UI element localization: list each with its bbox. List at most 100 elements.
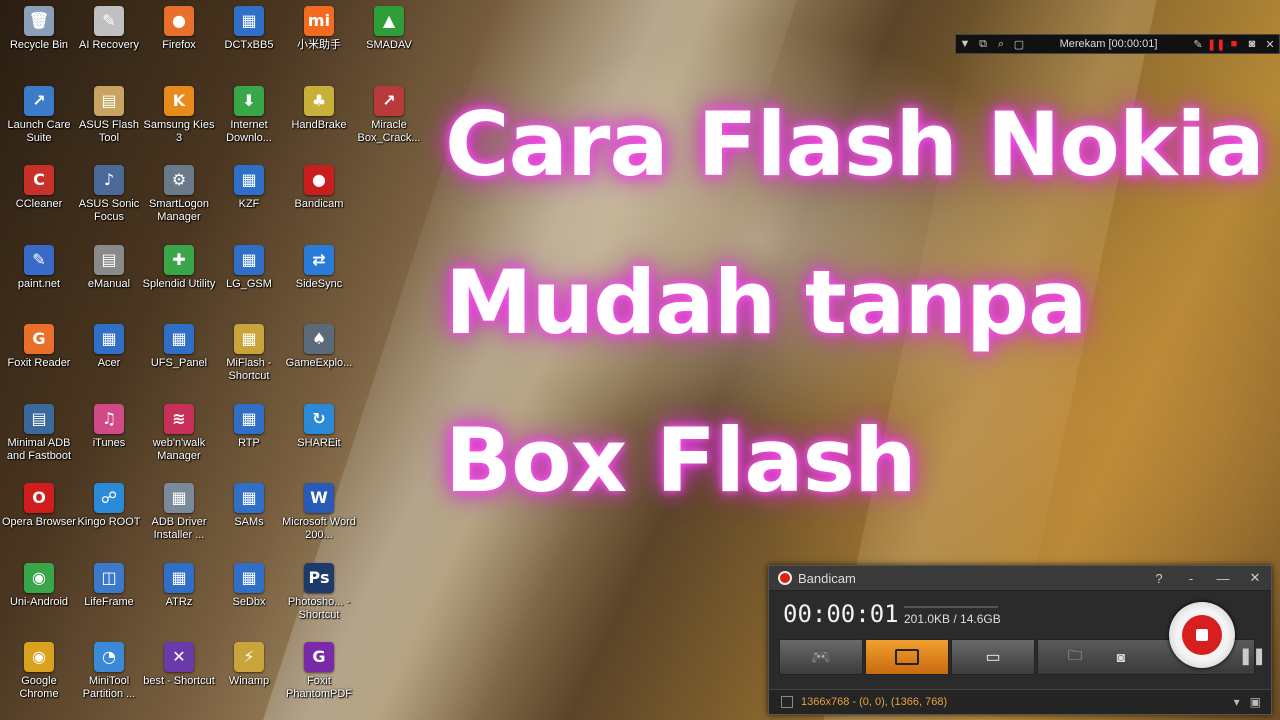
desktop-shortcut[interactable]: ♣ HandBrake [282, 82, 356, 132]
desktop-shortcut[interactable]: ▦ ADB Driver Installer ... [142, 479, 216, 542]
dctxbb5-icon: ▦ [234, 6, 264, 36]
desktop-shortcut[interactable]: ▦ UFS_Panel [142, 320, 216, 370]
desktop-shortcut-label: KZF [238, 198, 260, 210]
chevron-down-icon[interactable]: ▾ [1234, 695, 1240, 709]
desktop-shortcut[interactable]: C CCleaner [2, 161, 76, 211]
chrome-icon: ◉ [24, 642, 54, 672]
smadav-icon: ▲ [374, 6, 404, 36]
word-icon: W [304, 483, 334, 513]
desktop-shortcut[interactable]: ◉ Google Chrome [2, 638, 76, 701]
desktop-shortcut[interactable]: ▤ Minimal ADB and Fastboot [2, 400, 76, 463]
pause-icon[interactable]: ❚❚ [1207, 38, 1225, 51]
desktop-shortcut[interactable]: ▦ RTP [212, 400, 286, 450]
desktop-shortcut[interactable]: ▦ Acer [72, 320, 146, 370]
game-mode-button[interactable]: 🎮 [779, 639, 863, 675]
desktop-shortcut-label: Microsoft Word 200... [282, 516, 356, 541]
window-icon[interactable]: ▣ [1250, 695, 1261, 709]
desktop-shortcut[interactable]: ▦ LG_GSM [212, 241, 286, 291]
desktop-shortcut[interactable]: ▦ KZF [212, 161, 286, 211]
screen-mode-button[interactable] [865, 639, 949, 675]
desktop-shortcut[interactable]: K Samsung Kies 3 [142, 82, 216, 145]
miflash-icon: ▦ [234, 324, 264, 354]
desktop-shortcut[interactable]: ▲ SMADAV [352, 2, 426, 52]
desktop-shortcut[interactable]: ✎ AI Recovery [72, 2, 146, 52]
desktop-shortcut-label: UFS_Panel [150, 357, 208, 369]
desktop-shortcut[interactable]: ♪ ASUS Sonic Focus [72, 161, 146, 224]
desktop-shortcut[interactable]: ◔ MiniTool Partition ... [72, 638, 146, 701]
record-stop-button[interactable] [1169, 602, 1235, 668]
desktop-shortcut-label: Foxit PhantomPDF [285, 675, 353, 700]
desktop-shortcut[interactable]: ▦ SeDbx [212, 559, 286, 609]
mi-assistant-icon: mi [304, 6, 334, 36]
screenshot-camera-icon[interactable]: ◙ [1098, 649, 1144, 665]
desktop-shortcut[interactable]: ⇄ SideSync [282, 241, 356, 291]
desktop-shortcut-label: SMADAV [366, 39, 412, 51]
bandicam-titlebar[interactable]: Bandicam ? - — ✕ [769, 566, 1271, 591]
opera-icon: O [24, 483, 54, 513]
desktop-shortcut-label: Firefox [162, 39, 196, 51]
overlay-line-2: Mudah tanpa [445, 251, 1087, 354]
desktop-shortcut-label: best - Shortcut [143, 675, 215, 687]
desktop-shortcut[interactable]: ↗ Miracle Box_Crack... [352, 82, 426, 145]
close-button[interactable]: ✕ [1239, 570, 1271, 586]
desktop-shortcut[interactable]: ▤ eManual [72, 241, 146, 291]
asus-sonic-icon: ♪ [94, 165, 124, 195]
desktop-shortcut[interactable]: ✕ best - Shortcut [142, 638, 216, 688]
desktop-shortcut-label: Photosho... - Shortcut [287, 595, 351, 621]
samsung-kies-icon: K [164, 85, 194, 116]
hdmi-mode-button[interactable]: ▭ [951, 639, 1035, 675]
desktop-shortcut[interactable]: ▦ DCTxBB5 [212, 2, 286, 52]
desktop-shortcut[interactable]: W Microsoft Word 200... [282, 479, 356, 542]
dropdown-icon[interactable]: ▼ [956, 38, 974, 50]
desktop-shortcut-label: LifeFrame [84, 595, 134, 608]
desktop-shortcut[interactable]: 🗑 Recycle Bin [2, 2, 76, 52]
bandicam-window: Bandicam ? - — ✕ 00:00:01 201.0KB / 14.6… [768, 565, 1272, 715]
pause-button[interactable]: ❚❚ [1239, 646, 1266, 666]
desktop-shortcut[interactable]: ◫ LifeFrame [72, 559, 146, 609]
pencil-icon[interactable]: ✎ [1189, 38, 1207, 51]
close-icon[interactable]: ✕ [1261, 38, 1279, 51]
desktop-shortcut[interactable]: ♠ GameExplo... [282, 320, 356, 370]
window-mode-icon[interactable]: ⧉ [974, 38, 992, 51]
desktop-shortcut-label: ATRz [165, 595, 193, 608]
desktop-shortcut[interactable]: ▦ ATRz [142, 559, 216, 609]
sidesync-icon: ⇄ [304, 244, 334, 275]
desktop-shortcut[interactable]: O Opera Browser [2, 479, 76, 529]
capture-target-bar: 1366x768 - (0, 0), (1366, 768) ▾ ▣ [769, 689, 1271, 714]
desktop-shortcut[interactable]: ☍ Kingo ROOT [72, 479, 146, 529]
target-checkbox[interactable] [781, 696, 793, 708]
desktop-shortcut[interactable]: ⚙ SmartLogon Manager [142, 161, 216, 224]
kingo-root-icon: ☍ [94, 483, 124, 513]
desktop-shortcut-label: eManual [87, 277, 131, 290]
game-explorer-icon: ♠ [304, 324, 334, 354]
desktop-shortcut[interactable]: ⚡ Winamp [212, 638, 286, 688]
desktop-shortcut[interactable]: mi 小米助手 [282, 2, 356, 52]
desktop-shortcut[interactable]: ≋ web'n'walk Manager [142, 400, 216, 463]
desktop-shortcut[interactable]: ✚ Splendid Utility [142, 241, 216, 291]
settings-dropdown-button[interactable]: - [1175, 571, 1207, 586]
desktop-shortcut[interactable]: ↻ SHAREit [282, 400, 356, 450]
folder-icon[interactable]: 🗀 [1052, 645, 1098, 669]
desktop-shortcut[interactable]: ⬇ Internet Downlo... [212, 82, 286, 145]
hdmi-icon: ▭ [985, 649, 1001, 666]
desktop-shortcut[interactable]: ✎ paint.net [2, 241, 76, 291]
desktop-shortcut[interactable]: ↗ Launch Care Suite [2, 82, 76, 145]
desktop-shortcut[interactable]: G Foxit Reader [2, 320, 76, 370]
help-button[interactable]: ? [1143, 571, 1175, 586]
desktop-shortcut[interactable]: ● Firefox [142, 2, 216, 52]
desktop-shortcut[interactable]: ▦ SAMs [212, 479, 286, 529]
desktop-shortcut[interactable]: ◉ Uni-Android [2, 559, 76, 609]
desktop-shortcut[interactable]: ▤ ASUS Flash Tool [72, 82, 146, 145]
desktop-shortcut[interactable]: ● Bandicam [282, 161, 356, 211]
overlay-line-1: Cara Flash Nokia [445, 93, 1265, 196]
search-icon[interactable]: ⌕ [992, 38, 1010, 51]
desktop-shortcut[interactable]: ▦ MiFlash - Shortcut [212, 320, 286, 383]
recording-status: Merekam [00:00:01] [1059, 38, 1158, 50]
camera-icon[interactable]: ◙ [1243, 38, 1261, 50]
minimize-button[interactable]: — [1207, 571, 1239, 586]
stop-icon[interactable]: ■ [1225, 38, 1243, 50]
region-icon[interactable]: ▢ [1010, 38, 1028, 51]
desktop-shortcut[interactable]: G Foxit PhantomPDF [282, 638, 356, 701]
desktop-shortcut[interactable]: Ps Photosho... - Shortcut [282, 559, 356, 622]
desktop-shortcut[interactable]: ♫ iTunes [72, 400, 146, 450]
